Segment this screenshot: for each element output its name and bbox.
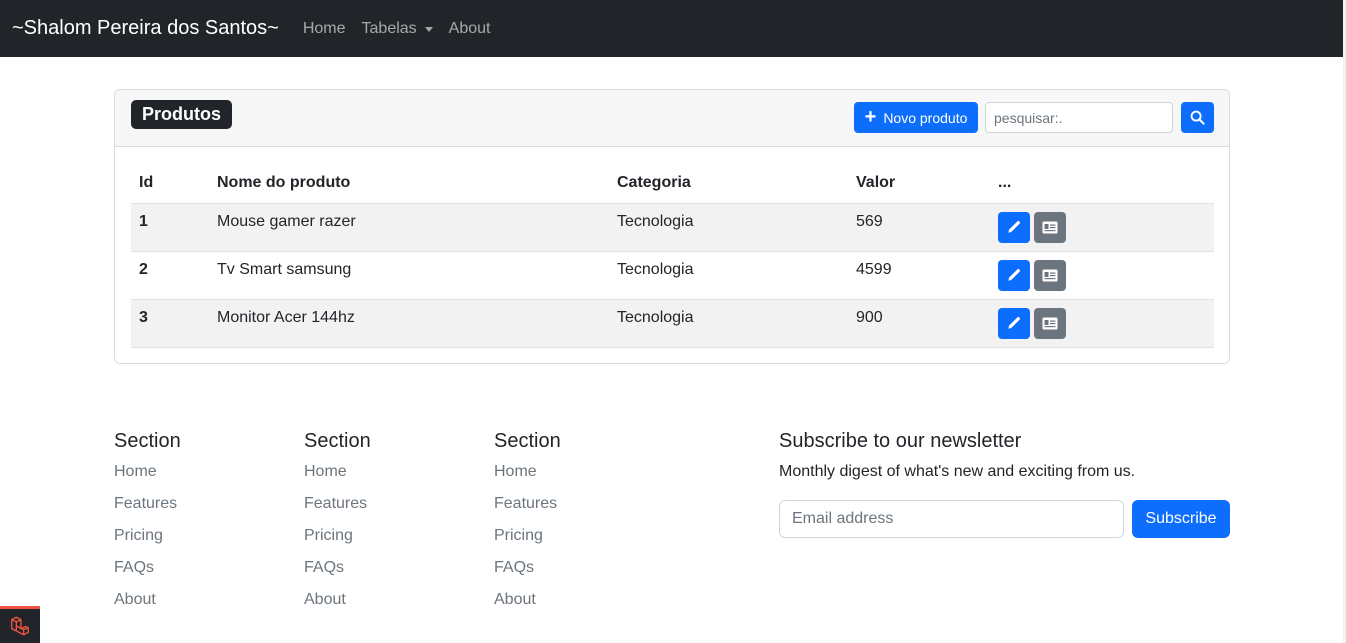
footer-link-about[interactable]: About <box>304 590 371 622</box>
products-table: Id Nome do produto Categoria Valor ... 1… <box>131 163 1214 348</box>
edit-button[interactable] <box>998 259 1030 291</box>
footer-link-features[interactable]: Features <box>304 494 371 526</box>
new-product-button[interactable]: + Novo produto <box>854 102 978 133</box>
footer-link-home[interactable]: Home <box>304 462 371 494</box>
pencil-icon <box>1008 220 1021 233</box>
details-button[interactable] <box>1034 307 1066 339</box>
newsletter-section: Subscribe to our newsletter Monthly dige… <box>779 430 1230 538</box>
row-actions <box>998 259 1206 291</box>
footer-link-pricing[interactable]: Pricing <box>114 526 181 558</box>
pencil-icon <box>1008 268 1021 281</box>
id-card-icon <box>1042 269 1058 281</box>
plus-icon: + <box>864 105 877 128</box>
column-header-name: Nome do produto <box>209 163 609 204</box>
products-card: Produtos + Novo produto Id Nome do produ… <box>114 89 1230 364</box>
cell-value: 569 <box>856 213 883 230</box>
cell-id: 3 <box>139 309 148 326</box>
nav-dropdown-label: Tabelas <box>361 19 417 37</box>
cell-name: Monitor Acer 144hz <box>217 309 355 326</box>
cell-name: Mouse gamer razer <box>217 213 356 230</box>
table-header-row: Id Nome do produto Categoria Valor ... <box>131 163 1214 204</box>
laravel-icon <box>11 616 29 636</box>
newsletter-subtitle: Monthly digest of what's new and excitin… <box>779 463 1136 480</box>
footer-link-faqs[interactable]: FAQs <box>494 558 561 590</box>
column-header-actions: ... <box>990 163 1214 204</box>
email-field[interactable] <box>779 500 1124 538</box>
card-title-badge: Produtos <box>131 100 232 129</box>
footer-section-title: Section <box>494 430 561 452</box>
nav-link-home[interactable]: Home <box>303 20 346 38</box>
table-row: 1 Mouse gamer razer Tecnologia 569 <box>131 203 1214 252</box>
edit-button[interactable] <box>998 307 1030 339</box>
pencil-icon <box>1008 316 1021 329</box>
top-navbar: ~Shalom Pereira dos Santos~ Home Tabelas… <box>0 0 1343 57</box>
footer-link-features[interactable]: Features <box>494 494 561 526</box>
nav-dropdown-tabelas[interactable]: Tabelas <box>362 20 433 38</box>
details-button[interactable] <box>1034 211 1066 243</box>
table-row: 3 Monitor Acer 144hz Tecnologia 900 <box>131 299 1214 348</box>
search-input[interactable] <box>985 102 1173 133</box>
cell-value: 900 <box>856 309 883 326</box>
column-header-id: Id <box>131 163 209 204</box>
card-header: Produtos + Novo produto <box>115 90 1229 147</box>
navbar-brand[interactable]: ~Shalom Pereira dos Santos~ <box>12 17 279 40</box>
row-actions <box>998 211 1206 243</box>
footer-section-1: Section Home Features Pricing FAQs About <box>114 430 181 622</box>
column-header-category: Categoria <box>609 163 848 204</box>
id-card-icon <box>1042 317 1058 329</box>
id-card-icon <box>1042 221 1058 233</box>
footer-section-3: Section Home Features Pricing FAQs About <box>494 430 561 622</box>
caret-down-icon <box>424 27 433 32</box>
footer-link-about[interactable]: About <box>494 590 561 622</box>
cell-category: Tecnologia <box>617 261 694 278</box>
newsletter-title: Subscribe to our newsletter <box>779 430 1022 452</box>
footer-link-about[interactable]: About <box>114 590 181 622</box>
footer-link-features[interactable]: Features <box>114 494 181 526</box>
cell-name: Tv Smart samsung <box>217 261 352 278</box>
footer-link-faqs[interactable]: FAQs <box>114 558 181 590</box>
cell-id: 1 <box>139 213 148 230</box>
footer-link-faqs[interactable]: FAQs <box>304 558 371 590</box>
footer-link-home[interactable]: Home <box>494 462 561 494</box>
footer-link-pricing[interactable]: Pricing <box>304 526 371 558</box>
new-product-label: Novo produto <box>883 109 968 126</box>
footer-link-pricing[interactable]: Pricing <box>494 526 561 558</box>
row-actions <box>998 307 1206 339</box>
cell-value: 4599 <box>856 261 892 278</box>
nav-link-about[interactable]: About <box>449 20 491 38</box>
subscribe-button[interactable]: Subscribe <box>1132 500 1230 538</box>
search-icon <box>1190 110 1205 125</box>
footer-section-2: Section Home Features Pricing FAQs About <box>304 430 371 622</box>
cell-id: 2 <box>139 261 148 278</box>
cell-category: Tecnologia <box>617 213 694 230</box>
laravel-debug-badge[interactable] <box>0 606 40 643</box>
search-button[interactable] <box>1181 102 1214 133</box>
footer-link-home[interactable]: Home <box>114 462 181 494</box>
column-header-value: Valor <box>848 163 990 204</box>
details-button[interactable] <box>1034 259 1066 291</box>
table-row: 2 Tv Smart samsung Tecnologia 4599 <box>131 251 1214 300</box>
footer-section-title: Section <box>114 430 181 452</box>
edit-button[interactable] <box>998 211 1030 243</box>
cell-category: Tecnologia <box>617 309 694 326</box>
footer-section-title: Section <box>304 430 371 452</box>
